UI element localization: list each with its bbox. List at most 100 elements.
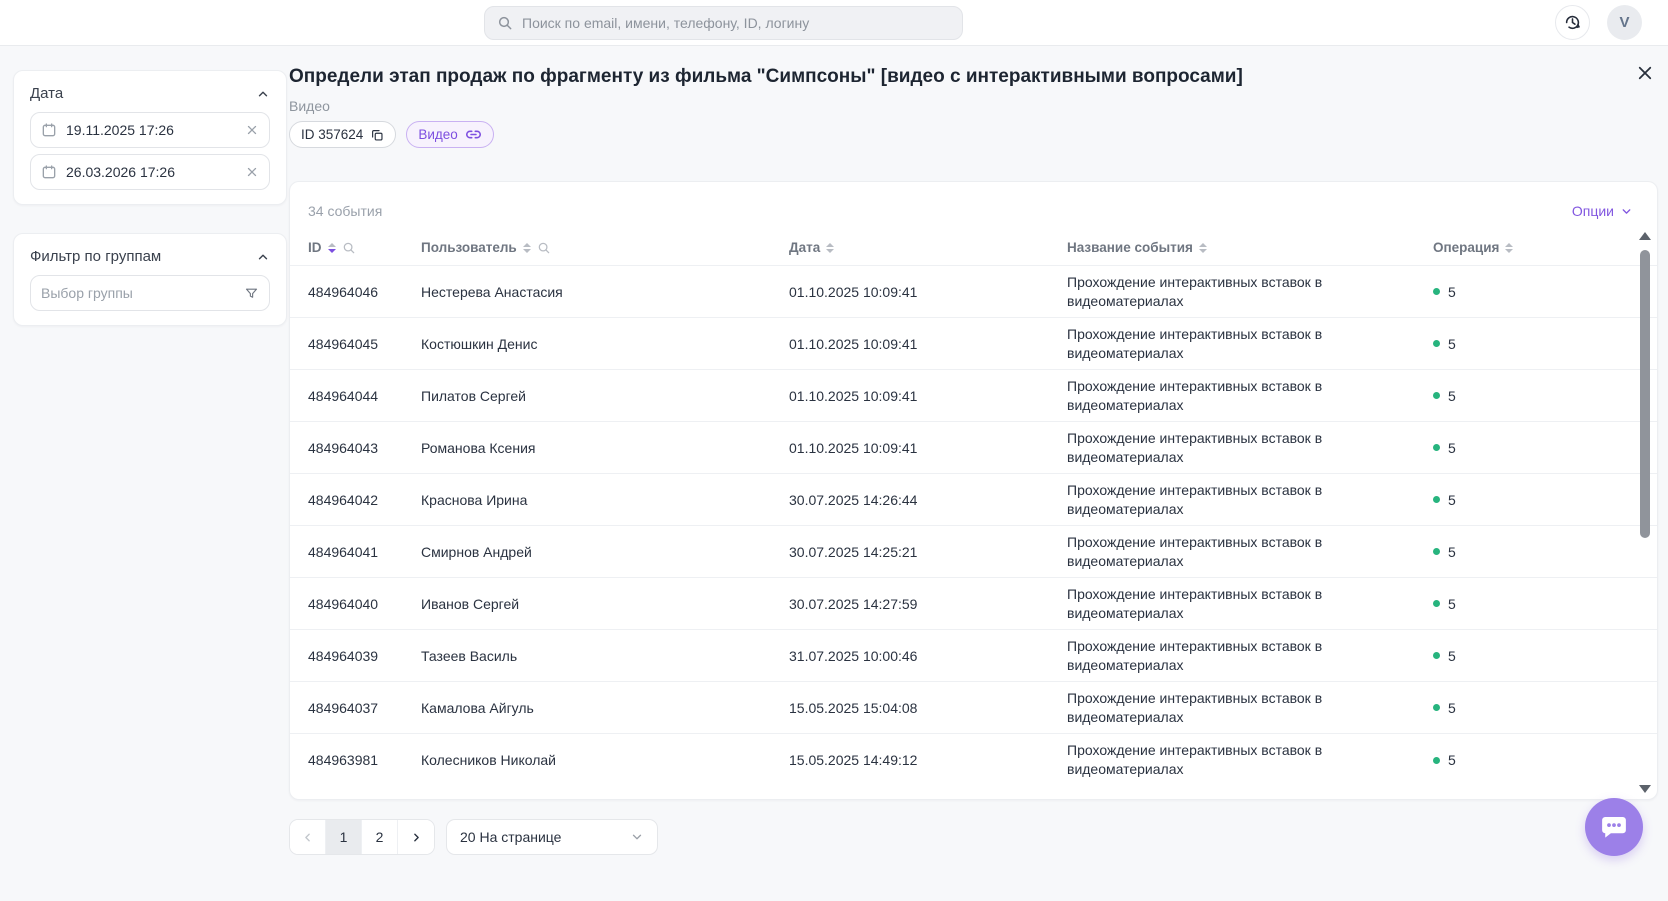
- collapse-chevron-up-icon[interactable]: [256, 87, 270, 101]
- date-from-input[interactable]: 19.11.2025 17:26: [30, 112, 270, 148]
- close-icon[interactable]: [1632, 60, 1658, 86]
- cell-operation: 5: [1433, 544, 1657, 560]
- cell-event: Прохождение интерактивных вставок в виде…: [1067, 533, 1323, 569]
- video-link-badge[interactable]: Видео: [406, 121, 494, 148]
- cell-id: 484964039: [308, 647, 379, 664]
- history-icon: [1565, 15, 1581, 30]
- status-dot: [1433, 496, 1440, 503]
- filters-sidebar: Дата 19.11.2025 17:26 26.03.2026 17:26 Ф…: [13, 70, 287, 354]
- status-dot: [1433, 756, 1440, 764]
- column-header-operation[interactable]: Операция: [1433, 240, 1657, 255]
- table-row[interactable]: 484963981 Колесников Николай 15.05.2025 …: [290, 734, 1657, 786]
- cell-user: Смирнов Андрей: [421, 543, 532, 560]
- cell-date: 30.07.2025 14:25:21: [789, 543, 918, 560]
- events-table-card: 34 события Опции ID Пользователь Дата На…: [289, 181, 1658, 800]
- cell-date: 15.05.2025 15:04:08: [789, 699, 918, 716]
- search-field[interactable]: [522, 15, 950, 31]
- scrollbar-thumb[interactable]: [1640, 250, 1650, 538]
- options-button[interactable]: Опции: [1572, 203, 1633, 219]
- cell-id: 484964040: [308, 595, 379, 612]
- cell-id: 484964046: [308, 283, 379, 300]
- column-header-user[interactable]: Пользователь: [421, 240, 789, 255]
- next-page-button[interactable]: [398, 820, 434, 854]
- chevron-down-icon: [632, 834, 642, 840]
- cell-date: 30.07.2025 14:27:59: [789, 595, 918, 612]
- page-title: Определи этап продаж по фрагменту из фил…: [289, 66, 1243, 87]
- cell-date: 01.10.2025 10:09:41: [789, 387, 918, 404]
- cell-id: 484964045: [308, 335, 379, 352]
- table-row[interactable]: 484964046 Нестерева Анастасия 01.10.2025…: [290, 266, 1657, 318]
- date-filter-title: Дата: [30, 85, 64, 102]
- cell-id: 484964037: [308, 699, 379, 716]
- cell-event: Прохождение интерактивных вставок в виде…: [1067, 689, 1323, 725]
- table-row[interactable]: 484964042 Краснова Ирина 30.07.2025 14:2…: [290, 474, 1657, 526]
- table-row[interactable]: 484964040 Иванов Сергей 30.07.2025 14:27…: [290, 578, 1657, 630]
- collapse-chevron-up-icon[interactable]: [256, 250, 270, 264]
- cell-user: Камалова Айгуль: [421, 699, 534, 716]
- clear-date-to-icon[interactable]: [245, 165, 259, 179]
- prev-page-button[interactable]: [290, 820, 326, 854]
- column-header-event[interactable]: Название события: [1067, 240, 1433, 255]
- avatar-letter: V: [1619, 14, 1630, 31]
- table-row[interactable]: 484964045 Костюшкин Денис 01.10.2025 10:…: [290, 318, 1657, 370]
- events-count: 34 события: [308, 203, 383, 219]
- cell-user: Тазеев Василь: [421, 647, 518, 664]
- status-dot: [1433, 652, 1440, 659]
- scroll-down-arrow[interactable]: [1639, 785, 1651, 793]
- history-button[interactable]: [1555, 5, 1590, 40]
- sort-icon[interactable]: [522, 242, 531, 253]
- table-header-row: ID Пользователь Дата Название события Оп…: [290, 230, 1657, 266]
- copy-icon[interactable]: [370, 128, 384, 142]
- group-filter-title: Фильтр по группам: [30, 248, 162, 265]
- chat-button[interactable]: [1585, 798, 1643, 856]
- column-search-icon[interactable]: [537, 241, 551, 255]
- group-select-placeholder: Выбор группы: [41, 285, 133, 301]
- per-page-select[interactable]: 20 На странице: [446, 819, 658, 855]
- cell-user: Иванов Сергей: [421, 595, 520, 612]
- cell-id: 484964041: [308, 543, 379, 560]
- date-from-value: 19.11.2025 17:26: [66, 122, 174, 138]
- group-filter-card: Фильтр по группам Выбор группы: [13, 233, 287, 326]
- cell-date: 15.05.2025 14:49:12: [789, 752, 918, 768]
- date-to-input[interactable]: 26.03.2026 17:26: [30, 154, 270, 190]
- column-header-date[interactable]: Дата: [789, 240, 1067, 255]
- group-select-input[interactable]: Выбор группы: [30, 275, 270, 311]
- column-search-icon[interactable]: [342, 241, 356, 255]
- table-row[interactable]: 484964044 Пилатов Сергей 01.10.2025 10:0…: [290, 370, 1657, 422]
- cell-id: 484964044: [308, 387, 379, 404]
- cell-user: Пилатов Сергей: [421, 387, 526, 404]
- search-icon: [498, 16, 512, 30]
- scroll-up-arrow[interactable]: [1639, 232, 1651, 240]
- table-row[interactable]: 484964041 Смирнов Андрей 30.07.2025 14:2…: [290, 526, 1657, 578]
- table-row[interactable]: 484964037 Камалова Айгуль 15.05.2025 15:…: [290, 682, 1657, 734]
- clear-date-from-icon[interactable]: [245, 123, 259, 137]
- table-row[interactable]: 484964039 Тазеев Василь 31.07.2025 10:00…: [290, 630, 1657, 682]
- status-dot: [1433, 548, 1440, 555]
- cell-date: 31.07.2025 10:00:46: [789, 647, 918, 664]
- cell-date: 01.10.2025 10:09:41: [789, 283, 918, 300]
- page-button-1[interactable]: 1: [326, 820, 362, 854]
- search-input[interactable]: [484, 6, 963, 40]
- cell-date: 01.10.2025 10:09:41: [789, 335, 918, 352]
- sort-icon[interactable]: [1198, 242, 1207, 253]
- sort-icon[interactable]: [1505, 242, 1514, 253]
- sort-icon[interactable]: [327, 242, 336, 253]
- video-badge-label: Видео: [418, 127, 458, 142]
- cell-user: Костюшкин Денис: [421, 335, 538, 352]
- status-dot: [1433, 444, 1440, 451]
- column-header-id[interactable]: ID: [308, 240, 421, 255]
- calendar-icon: [42, 165, 56, 179]
- table-row[interactable]: 484964043 Романова Ксения 01.10.2025 10:…: [290, 422, 1657, 474]
- sort-icon[interactable]: [826, 242, 835, 253]
- table-scrollbar[interactable]: [1638, 230, 1652, 795]
- cell-operation: 5: [1433, 596, 1657, 612]
- id-badge[interactable]: ID 357624: [289, 121, 397, 148]
- cell-event: Прохождение интерактивных вставок в виде…: [1067, 585, 1323, 621]
- page-button-2[interactable]: 2: [362, 820, 398, 854]
- chevron-left-icon: [305, 833, 310, 841]
- funnel-icon: [245, 288, 258, 298]
- per-page-label: 20 На странице: [460, 829, 562, 845]
- cell-date: 30.07.2025 14:26:44: [789, 491, 918, 508]
- avatar[interactable]: V: [1607, 5, 1642, 40]
- cell-id: 484963981: [308, 752, 379, 768]
